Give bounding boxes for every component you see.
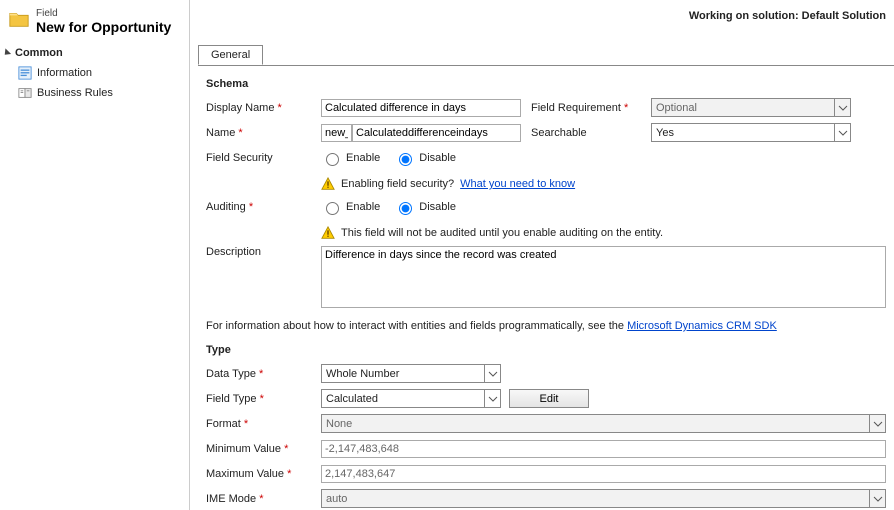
radio-label: Disable — [419, 201, 456, 213]
max-value-input — [321, 465, 886, 483]
sidebar-item-label: Information — [37, 67, 92, 79]
description-textarea[interactable] — [321, 246, 886, 308]
edit-button[interactable]: Edit — [509, 389, 589, 408]
select-value: Yes — [656, 127, 674, 139]
field-security-link[interactable]: What you need to know — [460, 178, 575, 190]
select-value: Optional — [656, 102, 697, 114]
rules-icon — [18, 86, 32, 100]
chevron-down-icon — [484, 390, 500, 407]
sidebar-section-label: Common — [15, 47, 63, 59]
radio-label: Disable — [419, 152, 456, 164]
label-data-type: Data Type * — [206, 368, 321, 380]
label-searchable: Searchable — [531, 127, 651, 139]
sdk-info-text: For information about how to interact wi… — [206, 314, 886, 340]
sidebar-item-information[interactable]: Information — [0, 63, 189, 83]
tab-general[interactable]: General — [198, 45, 263, 65]
name-prefix-input — [321, 124, 352, 142]
chevron-down-icon — [869, 415, 885, 432]
format-select[interactable]: None — [321, 414, 886, 433]
select-value: Whole Number — [326, 368, 399, 380]
radio-label: Enable — [346, 201, 380, 213]
name-input[interactable] — [352, 124, 521, 142]
tab-label: General — [211, 49, 250, 61]
chevron-down-icon — [869, 490, 885, 507]
sidebar-item-business-rules[interactable]: Business Rules — [0, 83, 189, 103]
chevron-down-icon — [834, 124, 850, 141]
sidebar: Field New for Opportunity Common Informa… — [0, 0, 190, 510]
tab-bar: General — [198, 44, 894, 66]
page-header: Field New for Opportunity — [0, 6, 189, 41]
header-title: New for Opportunity — [36, 19, 171, 35]
label-auditing: Auditing * — [206, 201, 321, 213]
searchable-select[interactable]: Yes — [651, 123, 851, 142]
auditing-warning: This field will not be audited until you… — [321, 222, 886, 246]
label-field-security: Field Security — [206, 152, 321, 164]
auditing-enable-radio[interactable]: Enable — [321, 199, 380, 215]
section-schema-heading: Schema — [206, 78, 886, 90]
label-field-type: Field Type * — [206, 393, 321, 405]
radio-label: Enable — [346, 152, 380, 164]
label-min-value: Minimum Value * — [206, 443, 321, 455]
field-security-enable-radio[interactable]: Enable — [321, 150, 380, 166]
field-security-warning: Enabling field security? What you need t… — [321, 173, 886, 197]
section-type-heading: Type — [206, 344, 886, 356]
warning-icon — [321, 226, 335, 240]
header-super: Field — [36, 8, 171, 19]
folder-icon — [8, 8, 30, 30]
sidebar-item-label: Business Rules — [37, 87, 113, 99]
field-security-disable-radio[interactable]: Disable — [394, 150, 456, 166]
label-field-requirement: Field Requirement * — [531, 102, 651, 114]
display-name-input[interactable] — [321, 99, 521, 117]
min-value-input — [321, 440, 886, 458]
label-description: Description — [206, 246, 321, 258]
chevron-down-icon — [484, 365, 500, 382]
warning-text: This field will not be audited until you… — [341, 227, 663, 239]
auditing-disable-radio[interactable]: Disable — [394, 199, 456, 215]
sidebar-section-common[interactable]: Common — [0, 41, 189, 63]
data-type-select[interactable]: Whole Number — [321, 364, 501, 383]
main-panel: Working on solution: Default Solution Ge… — [190, 0, 894, 510]
solution-label: Working on solution: Default Solution — [689, 10, 886, 22]
sdk-link[interactable]: Microsoft Dynamics CRM SDK — [627, 320, 777, 332]
warning-text: Enabling field security? — [341, 178, 454, 190]
collapse-icon — [2, 48, 11, 57]
field-type-select[interactable]: Calculated — [321, 389, 501, 408]
label-display-name: Display Name * — [206, 102, 321, 114]
info-icon — [18, 66, 32, 80]
select-value: auto — [326, 493, 347, 505]
label-max-value: Maximum Value * — [206, 468, 321, 480]
label-format: Format * — [206, 418, 321, 430]
field-requirement-select[interactable]: Optional — [651, 98, 851, 117]
label-name: Name * — [206, 127, 321, 139]
chevron-down-icon — [834, 99, 850, 116]
label-ime-mode: IME Mode * — [206, 493, 321, 505]
warning-icon — [321, 177, 335, 191]
select-value: None — [326, 418, 352, 430]
ime-mode-select[interactable]: auto — [321, 489, 886, 508]
select-value: Calculated — [326, 393, 378, 405]
